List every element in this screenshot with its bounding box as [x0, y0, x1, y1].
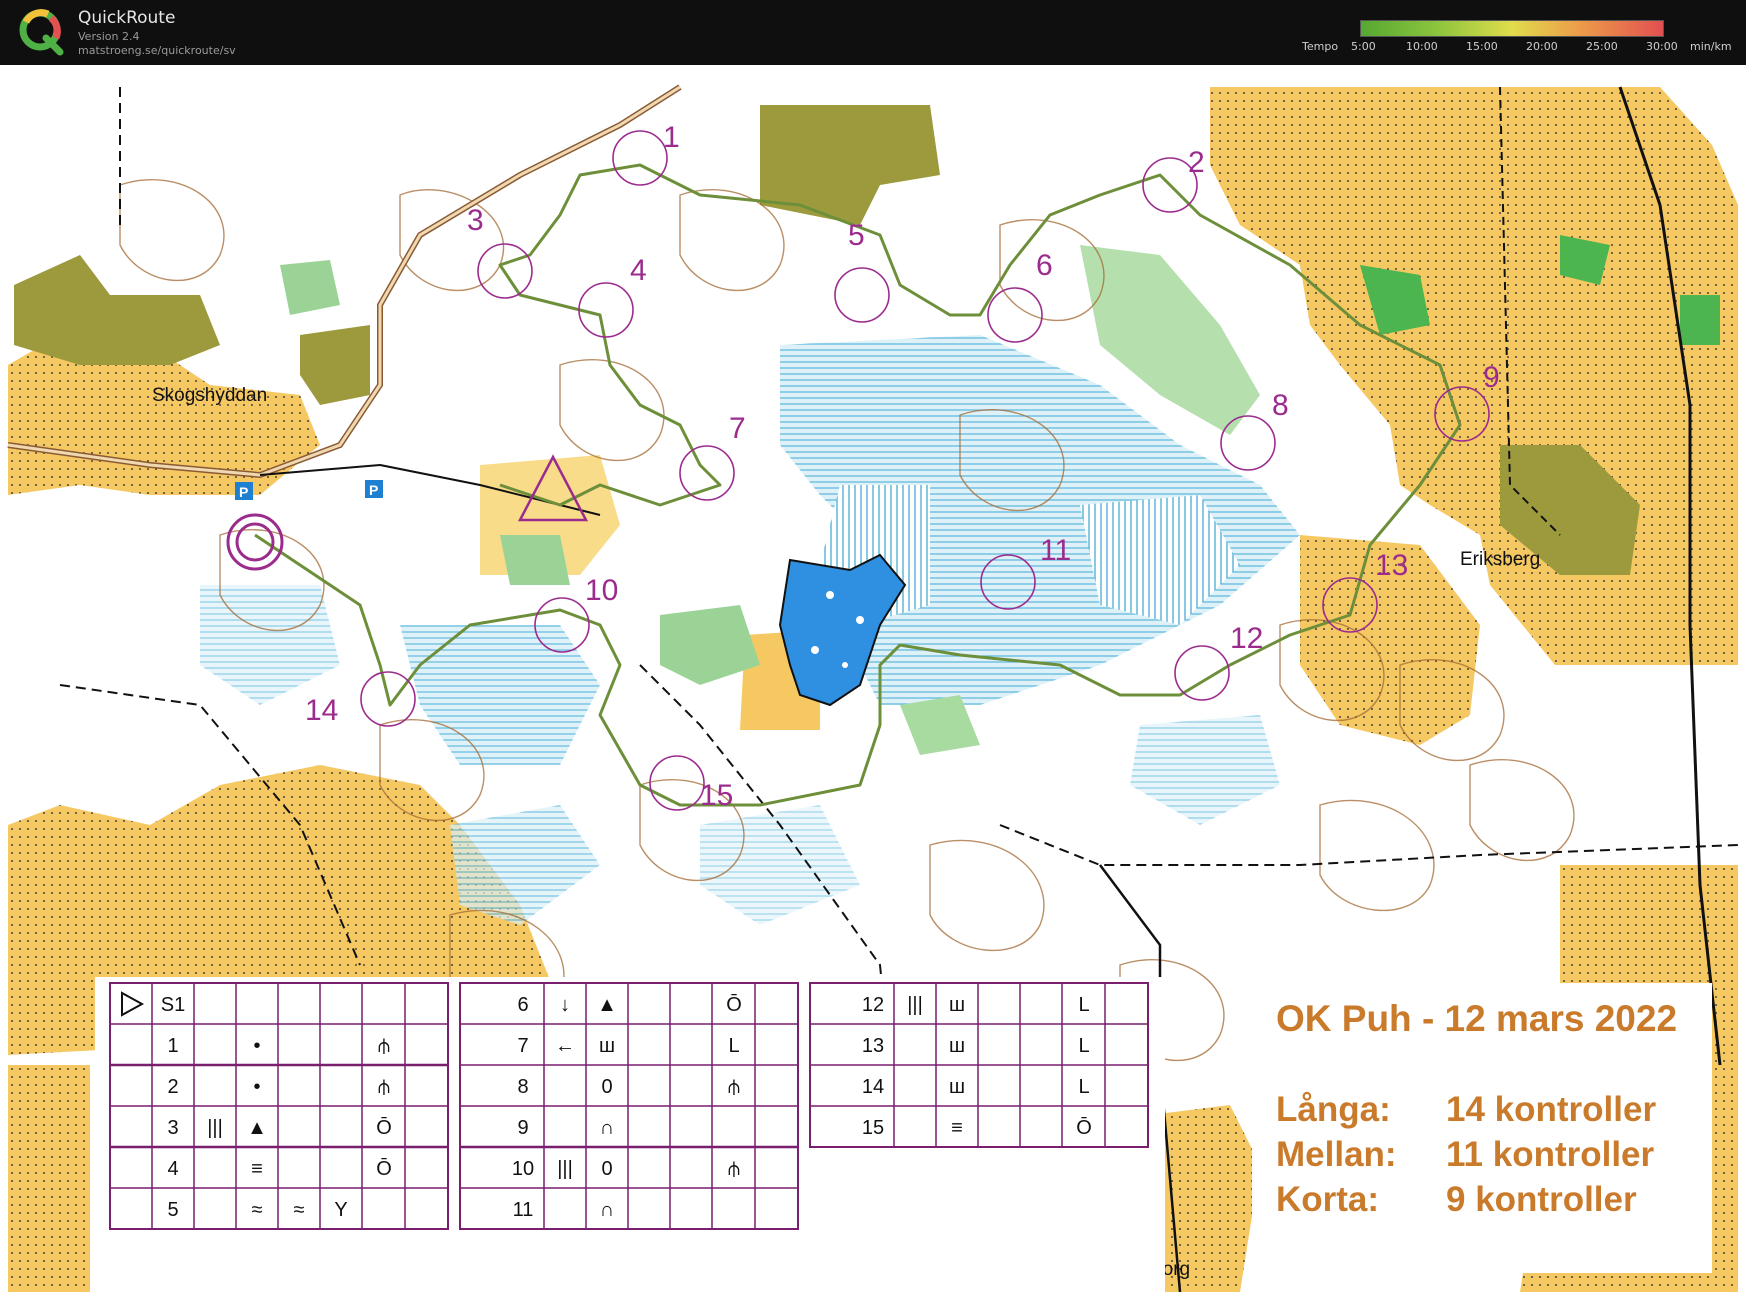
- svg-text:P: P: [239, 484, 248, 500]
- course-name: Korta:: [1276, 1180, 1380, 1219]
- control-number: 14: [305, 694, 338, 727]
- tempo-unit: min/km: [1690, 40, 1732, 53]
- app-url[interactable]: matstroeng.se/quickroute/sv: [78, 44, 236, 57]
- svg-text:Y: Y: [334, 1199, 347, 1221]
- svg-text:15: 15: [862, 1117, 884, 1139]
- svg-text:7: 7: [517, 1035, 528, 1057]
- svg-text:Ō: Ō: [1076, 1116, 1092, 1139]
- tempo-tick: 5:00: [1351, 40, 1376, 53]
- svg-text:←: ←: [555, 1035, 575, 1057]
- svg-text:12: 12: [862, 994, 884, 1016]
- svg-text:▲: ▲: [247, 1117, 267, 1139]
- svg-text:⫛: ⫛: [728, 1076, 740, 1098]
- control-number: 6: [1036, 249, 1053, 282]
- app-version: Version 2.4: [78, 30, 140, 43]
- control-number: 2: [1188, 146, 1205, 179]
- course-count: 11 kontroller: [1446, 1135, 1655, 1174]
- control-number: 12: [1230, 622, 1263, 655]
- control-number: 8: [1272, 389, 1289, 422]
- course-row: Korta: 9 kontroller: [1276, 1180, 1637, 1220]
- svg-text:≡: ≡: [251, 1158, 263, 1180]
- control-number: 13: [1375, 549, 1408, 582]
- tempo-tick: 30:00: [1646, 40, 1678, 53]
- svg-text:10: 10: [512, 1158, 534, 1180]
- tempo-label: Tempo: [1302, 40, 1339, 53]
- svg-text:L: L: [1078, 1076, 1089, 1098]
- control-number: 5: [848, 219, 865, 252]
- control-number: 9: [1483, 361, 1500, 394]
- tempo-tick: 15:00: [1466, 40, 1498, 53]
- svg-text:|||: |||: [207, 1117, 223, 1139]
- svg-text:|||: |||: [557, 1158, 573, 1180]
- quickroute-logo-icon: [19, 9, 64, 56]
- tempo-tick: 10:00: [1406, 40, 1438, 53]
- svg-text:ш: ш: [949, 1035, 965, 1057]
- control-number: 11: [1040, 534, 1071, 567]
- course-row: Mellan: 11 kontroller: [1276, 1135, 1654, 1175]
- place-name: Eriksberg: [1460, 549, 1540, 570]
- svg-text:13: 13: [862, 1035, 884, 1057]
- svg-text:⫛: ⫛: [728, 1158, 740, 1180]
- app-name: QuickRoute: [78, 8, 176, 28]
- svg-text:8: 8: [517, 1076, 528, 1098]
- svg-text:14: 14: [862, 1076, 884, 1098]
- svg-text:Ō: Ō: [376, 1116, 392, 1139]
- svg-text:2: 2: [167, 1076, 178, 1098]
- control-number: 10: [585, 574, 618, 607]
- control-number: 15: [700, 779, 733, 812]
- svg-text:≡: ≡: [951, 1117, 963, 1139]
- svg-text:1: 1: [167, 1035, 178, 1057]
- course-count: 14 kontroller: [1446, 1090, 1657, 1129]
- svg-text:S1: S1: [161, 994, 185, 1016]
- svg-text:▲: ▲: [597, 994, 617, 1016]
- svg-text:•: •: [253, 1035, 260, 1057]
- course-name: Mellan:: [1276, 1135, 1397, 1174]
- course-count: 9 kontroller: [1446, 1180, 1637, 1219]
- svg-text:∩: ∩: [600, 1199, 614, 1221]
- control-number: 1: [663, 121, 680, 154]
- svg-text:3: 3: [167, 1117, 178, 1139]
- svg-text:≈: ≈: [252, 1199, 263, 1221]
- svg-text:•: •: [253, 1076, 260, 1098]
- svg-text:Ō: Ō: [376, 1157, 392, 1180]
- svg-text:ш: ш: [599, 1035, 615, 1057]
- tempo-tick: 20:00: [1526, 40, 1558, 53]
- svg-text:5: 5: [167, 1199, 178, 1221]
- svg-text:⫛: ⫛: [378, 1076, 390, 1098]
- svg-text:Ō: Ō: [726, 993, 742, 1016]
- svg-text:L: L: [1078, 1035, 1089, 1057]
- svg-text:L: L: [728, 1035, 739, 1057]
- svg-text:≈: ≈: [294, 1199, 305, 1221]
- svg-text:∩: ∩: [600, 1117, 614, 1139]
- svg-text:4: 4: [167, 1158, 178, 1180]
- course-name: Långa:: [1276, 1090, 1391, 1129]
- course-row: Långa: 14 kontroller: [1276, 1090, 1656, 1130]
- svg-text:↓: ↓: [560, 994, 570, 1016]
- control-description-table-2: 6 ↓ ▲ Ō 7 ← ш L 8 0 ⫛ 9 ∩ 10 ||| 0 ⫛ 11 …: [459, 982, 799, 1230]
- svg-text:L: L: [1078, 994, 1089, 1016]
- tempo-color-scale: [1360, 20, 1664, 37]
- svg-text:0: 0: [601, 1158, 612, 1180]
- tempo-tick: 25:00: [1586, 40, 1618, 53]
- svg-text:0: 0: [601, 1076, 612, 1098]
- svg-text:|||: |||: [907, 994, 923, 1016]
- svg-text:9: 9: [517, 1117, 528, 1139]
- app-header: QuickRoute Version 2.4 matstroeng.se/qui…: [0, 0, 1746, 65]
- svg-text:11: 11: [513, 1199, 534, 1221]
- svg-text:ш: ш: [949, 1076, 965, 1098]
- control-number: 3: [467, 204, 484, 237]
- control-number: 7: [729, 412, 746, 445]
- control-description-table-3: 12 ||| ш L 13 ш L 14 ш L 15 ≡ Ō: [809, 982, 1149, 1148]
- svg-text:⫛: ⫛: [378, 1035, 390, 1057]
- event-title: OK Puh - 12 mars 2022: [1276, 998, 1678, 1039]
- svg-text:6: 6: [517, 994, 528, 1016]
- place-name: Skogshyddan: [152, 385, 267, 406]
- svg-text:P: P: [369, 482, 378, 498]
- control-number: 4: [630, 254, 647, 287]
- svg-text:ш: ш: [949, 994, 965, 1016]
